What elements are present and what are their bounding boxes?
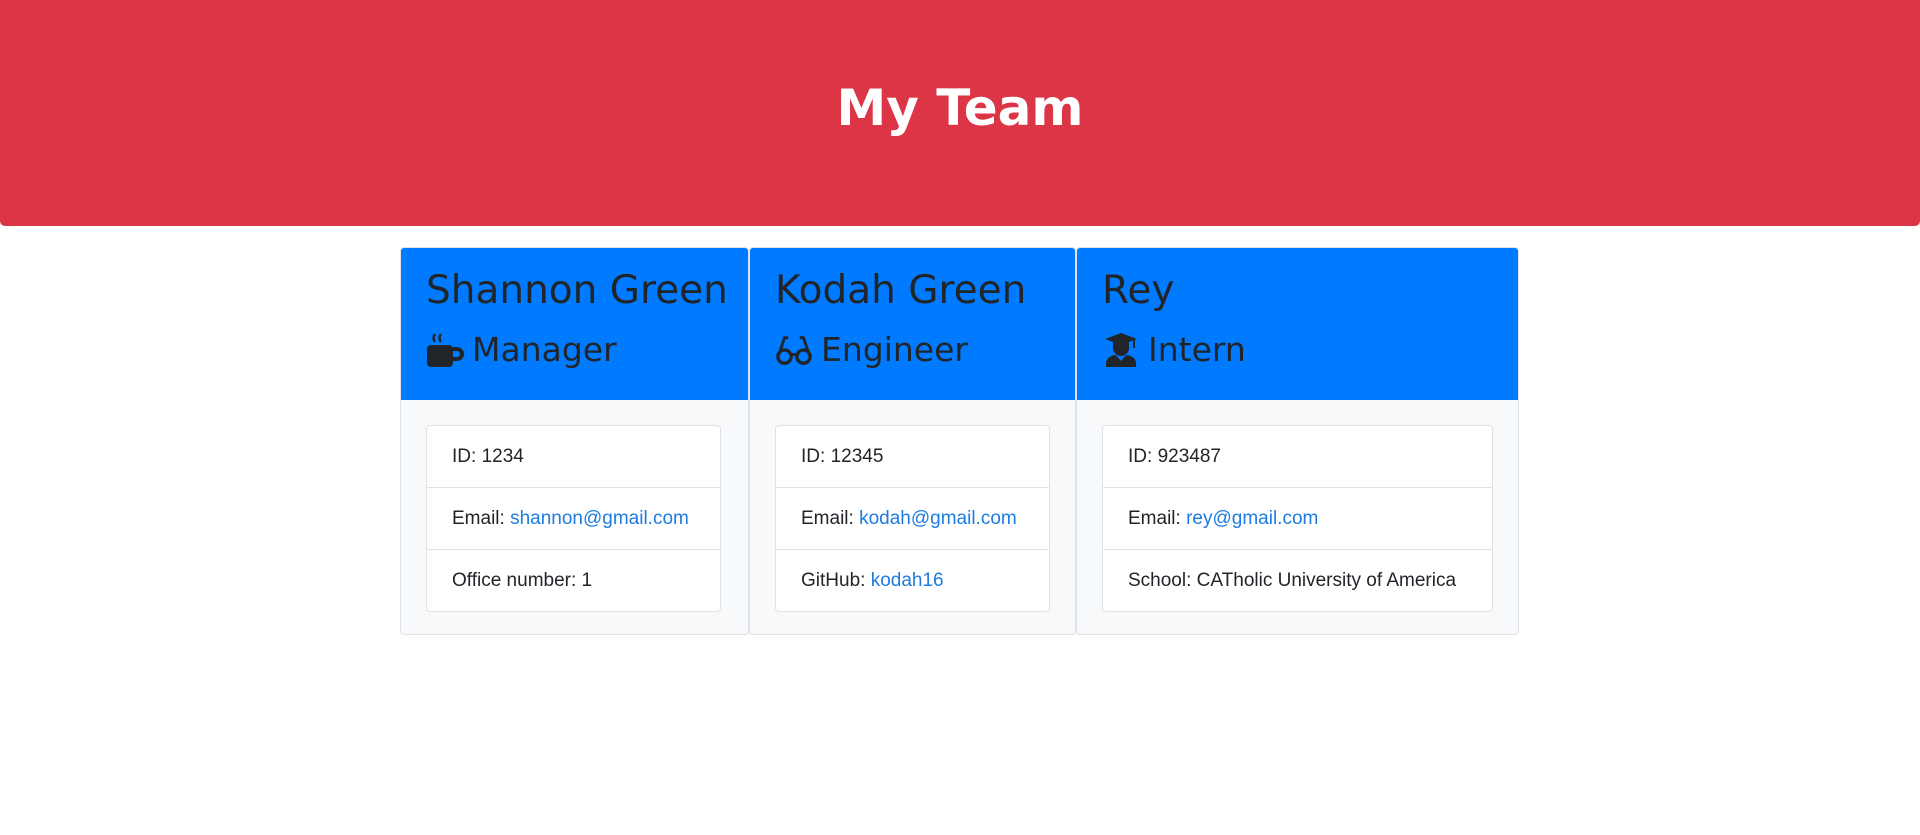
email-link[interactable]: shannon@gmail.com xyxy=(510,508,689,529)
list-item-school: School: CATholic University of America xyxy=(1128,570,1457,591)
employee-role: Manager xyxy=(426,326,723,374)
page-title: My Team xyxy=(836,79,1084,137)
role-label: Engineer xyxy=(821,330,968,369)
employee-name: Shannon Green xyxy=(426,268,728,313)
card-header: Rey Intern xyxy=(1077,248,1518,400)
list-item-email: Email: rey@gmail.com xyxy=(1103,488,1492,550)
glasses-icon xyxy=(775,331,813,369)
list-item-email: Email: kodah@gmail.com xyxy=(776,488,1049,550)
card-header: Kodah Green Engineer xyxy=(750,248,1075,400)
list-item-office: Office number: 1 xyxy=(452,570,593,591)
list-item-id: ID: 12345 xyxy=(776,426,1049,488)
coffee-mug-icon xyxy=(426,331,464,369)
list-item-email: Email: shannon@gmail.com xyxy=(427,488,720,550)
role-label: Intern xyxy=(1148,330,1246,369)
employee-card-engineer: Kodah Green Engineer ID: 12345 Email: ko… xyxy=(749,247,1076,635)
employee-role: Intern xyxy=(1102,326,1493,374)
list-item-id: ID: 1234 xyxy=(427,426,720,488)
employee-role: Engineer xyxy=(775,326,1050,374)
graduate-icon xyxy=(1102,331,1140,369)
employee-card-manager: Shannon Green Manager ID: 1234 Email: sh… xyxy=(400,247,749,635)
employee-name: Rey xyxy=(1102,268,1175,313)
employee-details: ID: 1234 Email: shannon@gmail.com Office… xyxy=(426,425,721,612)
page-header: My Team xyxy=(0,0,1920,226)
email-link[interactable]: rey@gmail.com xyxy=(1186,508,1318,529)
role-label: Manager xyxy=(472,330,617,369)
github-link[interactable]: kodah16 xyxy=(871,570,944,591)
employee-details: ID: 923487 Email: rey@gmail.com School: … xyxy=(1102,425,1493,612)
email-link[interactable]: kodah@gmail.com xyxy=(859,508,1017,529)
list-item-id: ID: 923487 xyxy=(1103,426,1492,488)
employee-name: Kodah Green xyxy=(775,268,1027,313)
list-item-github: GitHub: kodah16 xyxy=(801,570,944,591)
employee-details: ID: 12345 Email: kodah@gmail.com GitHub:… xyxy=(775,425,1050,612)
card-header: Shannon Green Manager xyxy=(401,248,748,400)
employee-card-intern: Rey Intern ID: 923487 Email: rey@gmail.c… xyxy=(1076,247,1519,635)
